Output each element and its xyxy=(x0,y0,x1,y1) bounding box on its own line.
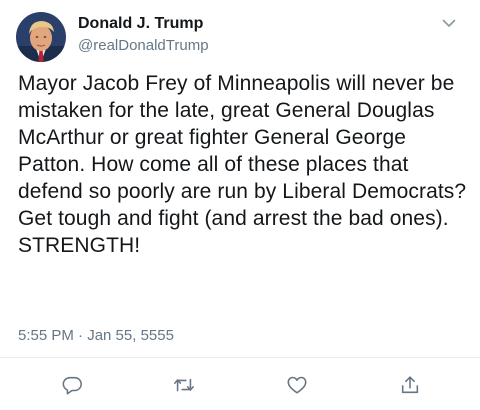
like-icon[interactable] xyxy=(285,373,309,397)
divider xyxy=(0,357,480,358)
tweet-card: Donald J. Trump @realDonaldTrump Mayor J… xyxy=(0,0,480,410)
tweet-text: Mayor Jacob Frey of Minneapolis will nev… xyxy=(18,72,467,257)
author-handle[interactable]: @realDonaldTrump xyxy=(78,37,209,54)
chevron-down-icon[interactable] xyxy=(440,14,458,32)
author-name[interactable]: Donald J. Trump xyxy=(78,15,203,33)
tweet-timestamp[interactable]: 5:55 PM · Jan 55, 5555 xyxy=(18,327,174,344)
share-icon[interactable] xyxy=(398,373,422,397)
reply-icon[interactable] xyxy=(60,373,84,397)
avatar[interactable] xyxy=(16,12,66,62)
retweet-icon[interactable] xyxy=(172,373,196,397)
